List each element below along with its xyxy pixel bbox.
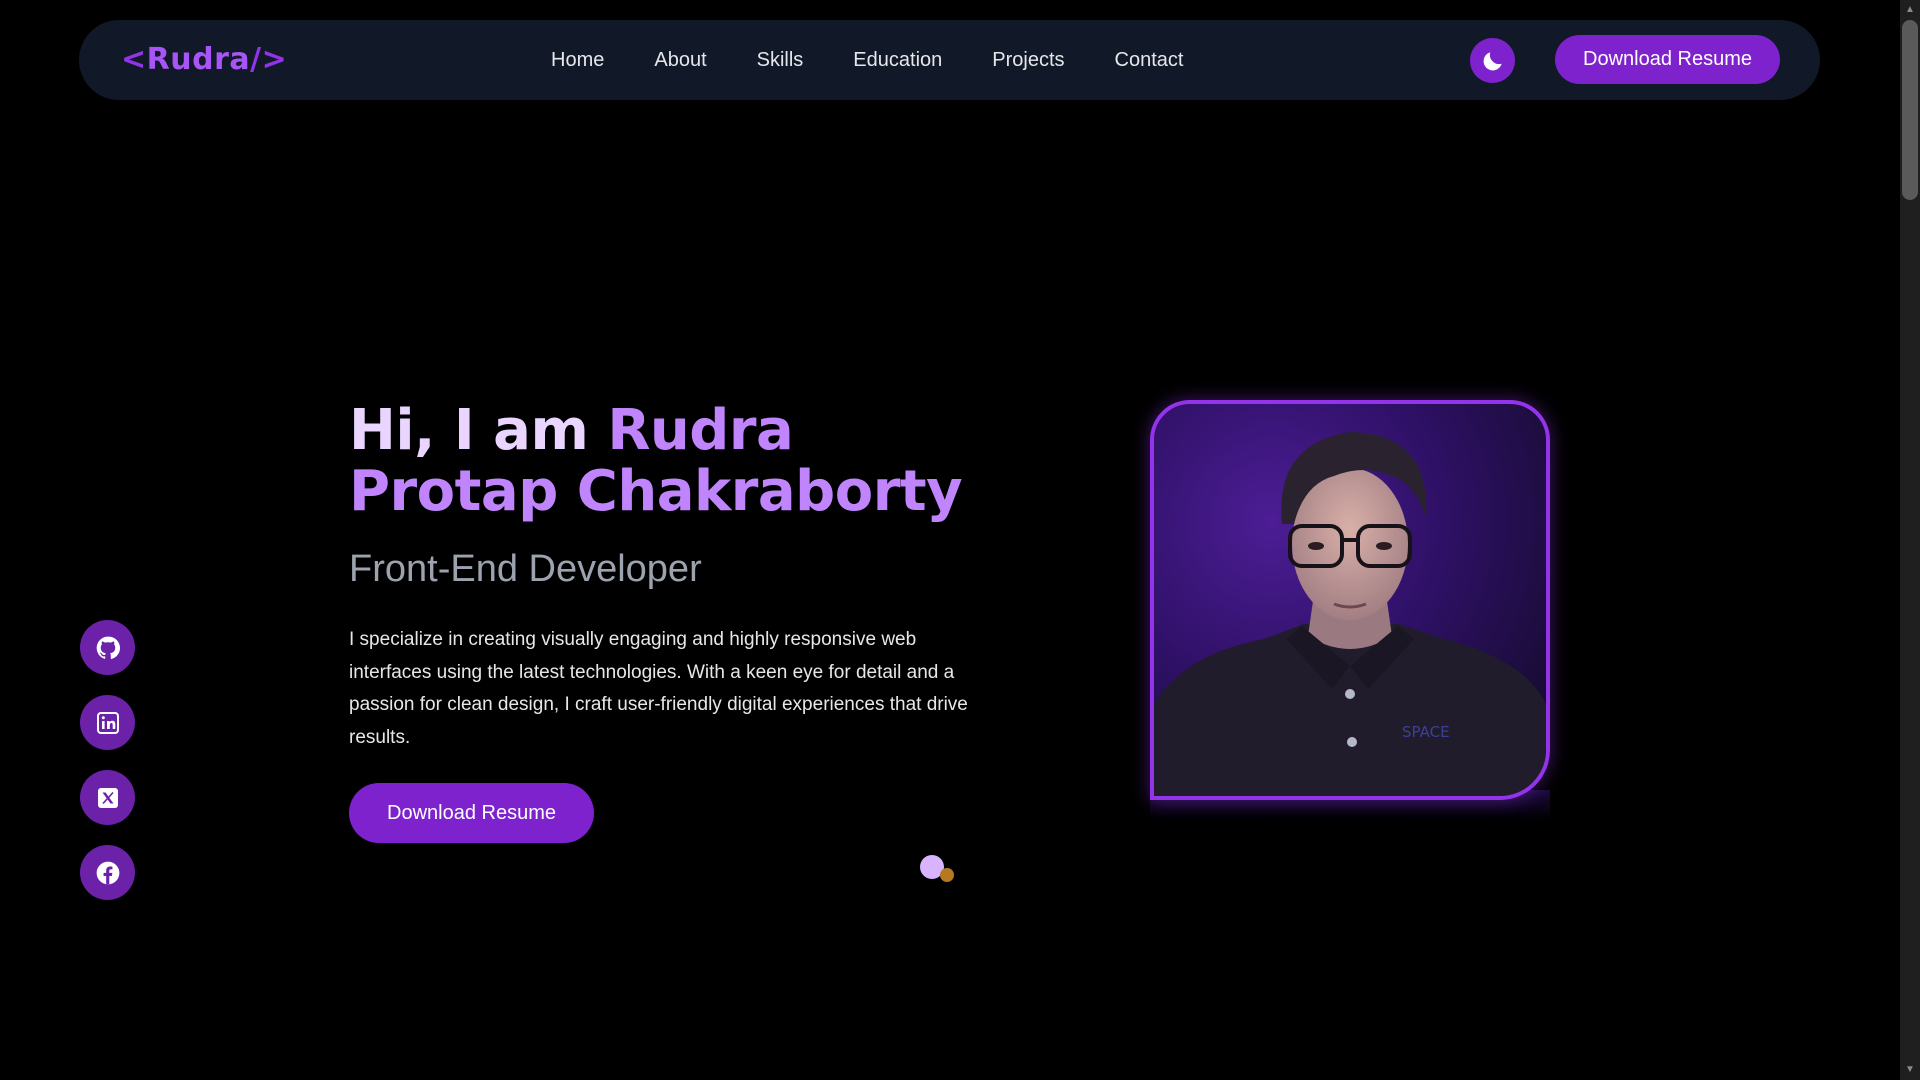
hero-description: I specialize in creating visually engagi… xyxy=(349,629,968,748)
hero-title-lead: Hi, I am xyxy=(349,398,608,463)
github-link[interactable] xyxy=(80,620,135,675)
scroll-down-icon[interactable]: ▼ xyxy=(1902,1062,1918,1078)
profile-photo: SPACE xyxy=(1150,400,1550,800)
scroll-up-icon[interactable]: ▲ xyxy=(1902,2,1918,18)
linkedin-link[interactable] xyxy=(80,695,135,750)
download-resume-button-hero[interactable]: Download Resume xyxy=(349,783,594,843)
github-icon xyxy=(96,636,120,659)
nav-link-about[interactable]: About xyxy=(654,49,706,72)
logo[interactable]: <Rudra/> xyxy=(121,20,287,100)
logo-open-bracket: < xyxy=(121,42,147,77)
theme-toggle-button[interactable] xyxy=(1470,38,1515,83)
hero-title: Hi, I am Rudra Protap Chakraborty xyxy=(349,400,989,522)
nav-link-education[interactable]: Education xyxy=(853,49,942,72)
facebook-icon xyxy=(96,861,119,884)
nav-link-skills[interactable]: Skills xyxy=(757,49,804,72)
moon-icon xyxy=(1483,51,1502,70)
download-resume-button-nav[interactable]: Download Resume xyxy=(1555,35,1780,84)
cursor-dot-trail xyxy=(940,868,954,882)
scrollbar-thumb[interactable] xyxy=(1902,20,1918,200)
nav-link-home[interactable]: Home xyxy=(551,49,604,72)
x-icon xyxy=(97,787,118,808)
nav-link-contact[interactable]: Contact xyxy=(1115,49,1184,72)
linkedin-icon xyxy=(96,711,119,734)
nav-link-projects[interactable]: Projects xyxy=(992,49,1064,72)
shirt-logo-text: SPACE xyxy=(1402,723,1450,741)
logo-close-bracket: /> xyxy=(250,42,288,77)
facebook-link[interactable] xyxy=(80,845,135,900)
navbar: <Rudra/> Home About Skills Education Pro… xyxy=(79,20,1820,100)
nav-links: Home About Skills Education Projects Con… xyxy=(551,20,1233,100)
logo-name: Rudra xyxy=(146,42,251,77)
x-link[interactable] xyxy=(80,770,135,825)
hero-role: Front-End Developer xyxy=(349,548,702,590)
profile-illustration: SPACE xyxy=(1154,432,1546,796)
